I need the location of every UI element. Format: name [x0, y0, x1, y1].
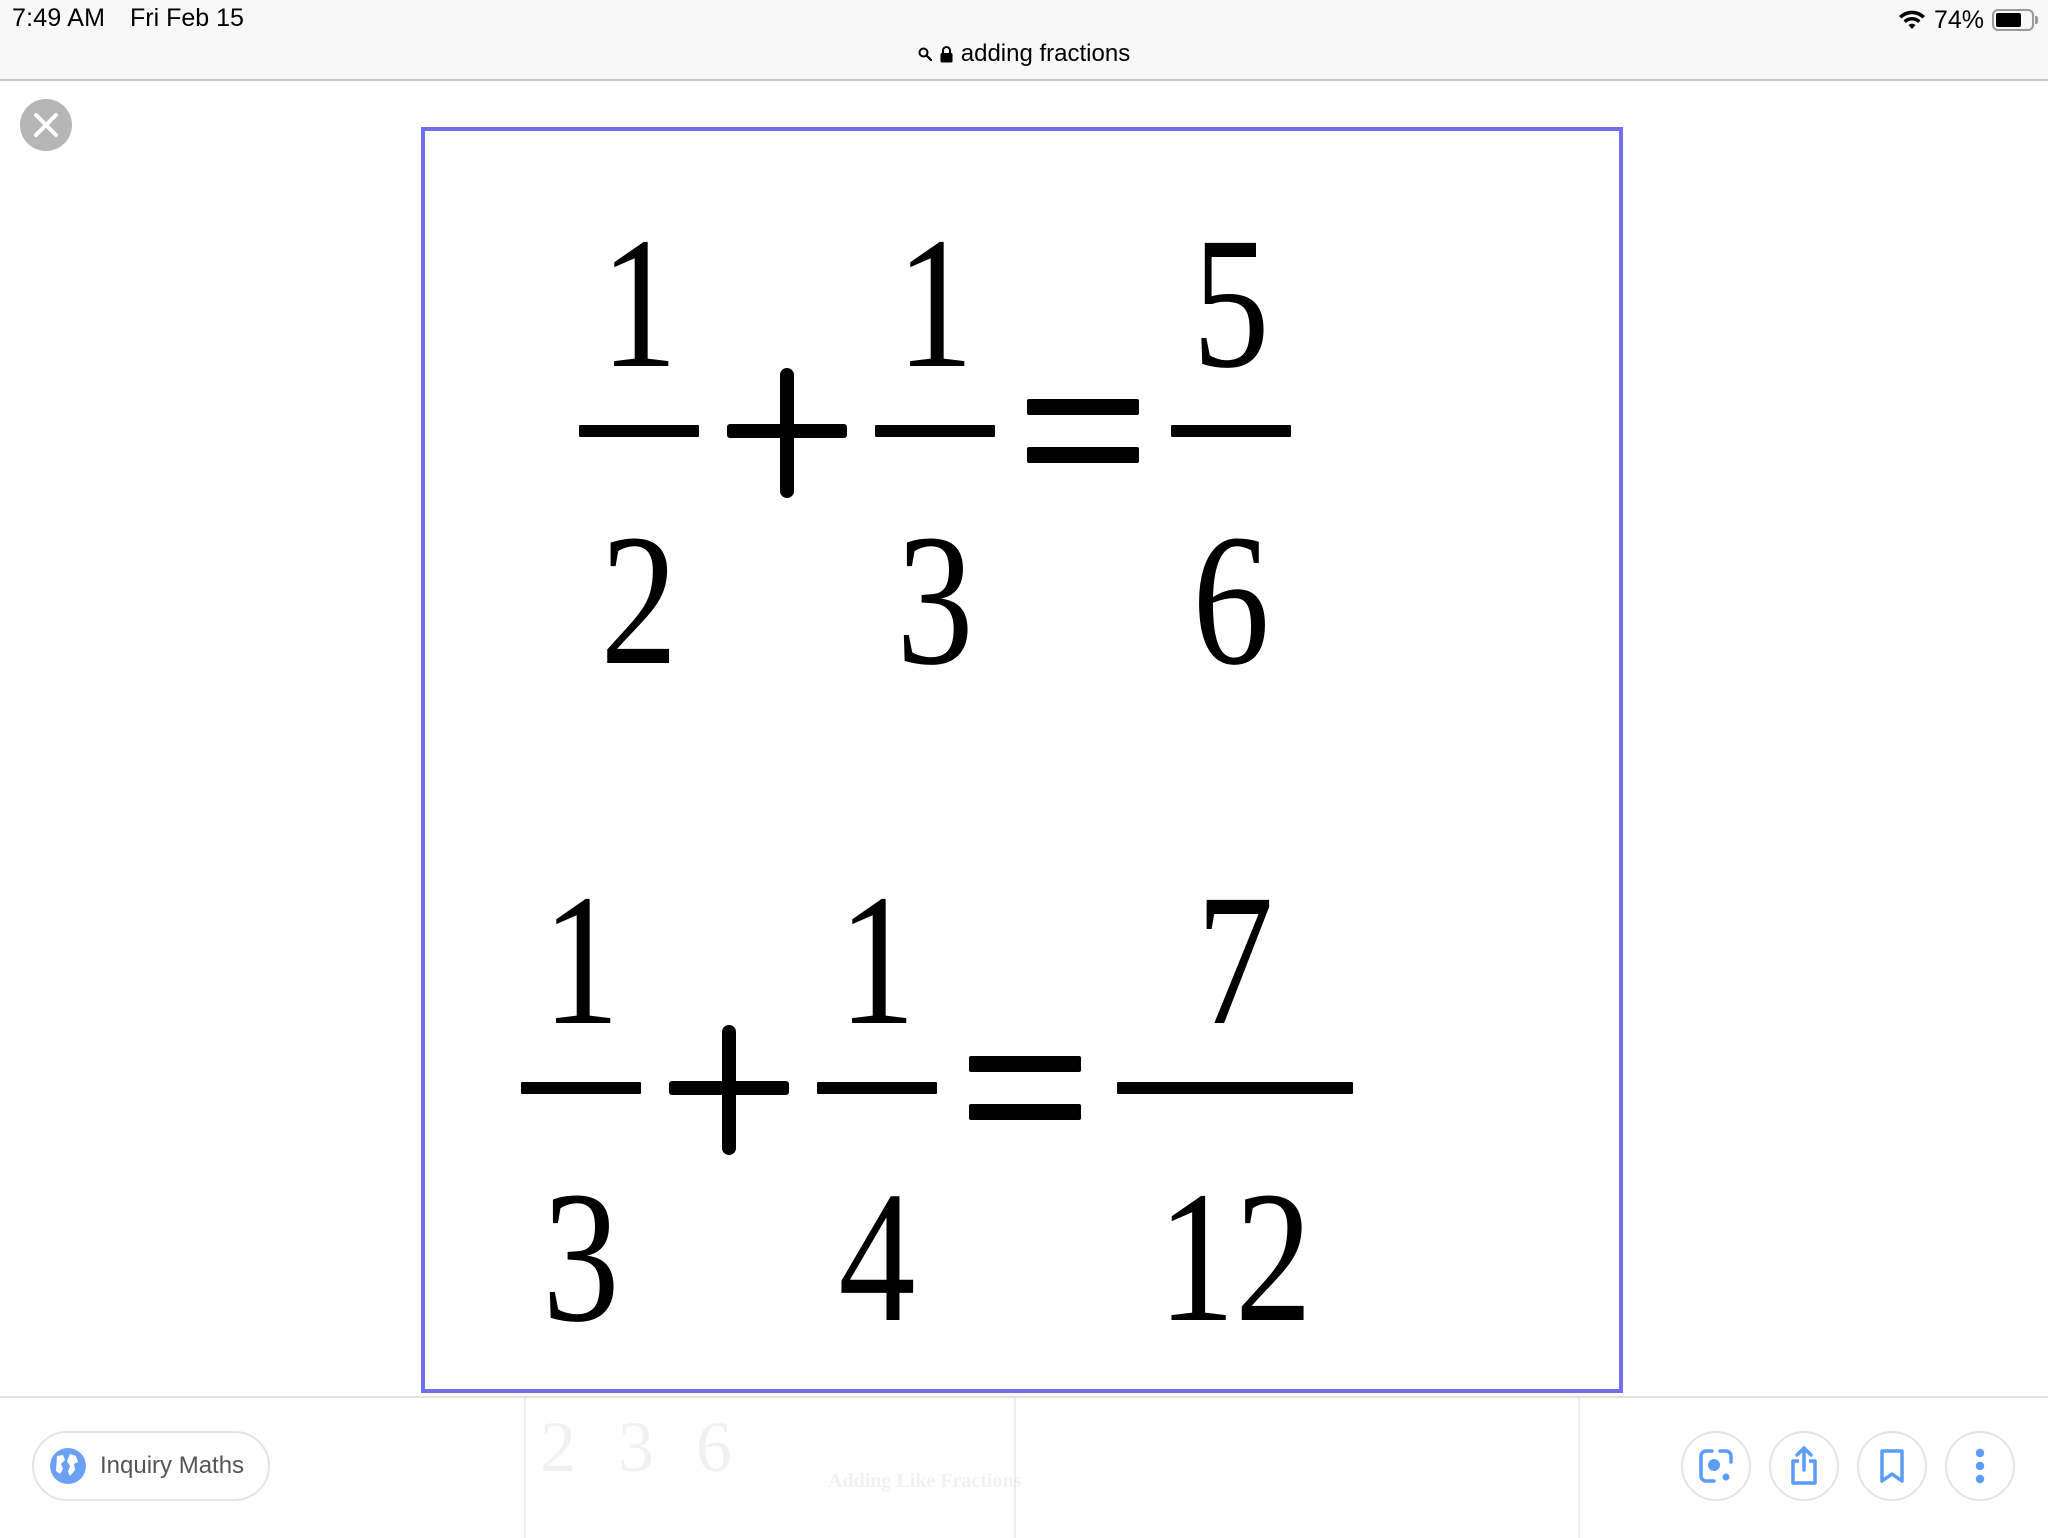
image-preview[interactable]: 121356 1 3 1 4 7 12 [421, 127, 1623, 1393]
fraction-left-bar [521, 1082, 641, 1094]
ghost-title: Adding Like Fractions [828, 1470, 1022, 1492]
globe-icon [50, 1448, 86, 1484]
status-date: Fri Feb 15 [130, 4, 244, 32]
equals-sign [969, 1056, 1081, 1120]
fraction-right-denominator: 4 [838, 1152, 916, 1361]
status-indicators: 74% [1898, 4, 2038, 36]
source-link[interactable]: Inquiry Maths [32, 1431, 270, 1501]
fraction-left-denominator: 3 [542, 1152, 620, 1361]
fraction-result-denominator: 12 [1157, 1152, 1313, 1361]
status-time: 7:49 AM [12, 4, 106, 32]
search-icon [918, 47, 932, 61]
ghost-divider [1578, 1398, 1580, 1538]
equation-2: 1 3 1 4 7 12 [425, 131, 1619, 1351]
fraction-left-numerator: 1 [542, 855, 620, 1064]
ghost-digit: 2 [540, 1407, 576, 1487]
top-bar: 7:49 AM Fri Feb 15 74% adding fractions [0, 0, 2048, 81]
fraction-result-bar [1117, 1082, 1353, 1094]
source-label: Inquiry Maths [100, 1452, 245, 1479]
more-button[interactable] [1945, 1431, 2015, 1501]
url-bar[interactable]: adding fractions [0, 38, 2048, 70]
more-vertical-icon [1975, 1448, 1985, 1484]
url-title: adding fractions [960, 40, 1131, 67]
lens-button[interactable] [1681, 1431, 1751, 1501]
wifi-icon [1898, 10, 1925, 29]
close-button[interactable] [20, 99, 72, 151]
battery-percent: 74% [1933, 5, 1984, 34]
fraction-right-numerator: 1 [838, 855, 916, 1064]
bookmark-button[interactable] [1857, 1431, 1927, 1501]
ghost-digit: 6 [696, 1407, 732, 1487]
ghost-divider [1014, 1398, 1016, 1538]
share-icon [1791, 1446, 1817, 1485]
close-icon [34, 113, 58, 137]
share-button[interactable] [1769, 1431, 1839, 1501]
bookmark-icon [1880, 1449, 1904, 1483]
plus-sign [669, 1025, 789, 1155]
ghost-divider [524, 1398, 526, 1538]
battery-icon [1992, 9, 2034, 31]
ghost-digit: 3 [618, 1407, 654, 1487]
fraction-result-numerator: 7 [1196, 855, 1274, 1064]
lock-icon [940, 45, 953, 62]
fraction-right-bar [817, 1082, 937, 1094]
battery-nub [2035, 16, 2038, 24]
lens-icon [1699, 1449, 1733, 1483]
battery-level [1996, 13, 2022, 27]
